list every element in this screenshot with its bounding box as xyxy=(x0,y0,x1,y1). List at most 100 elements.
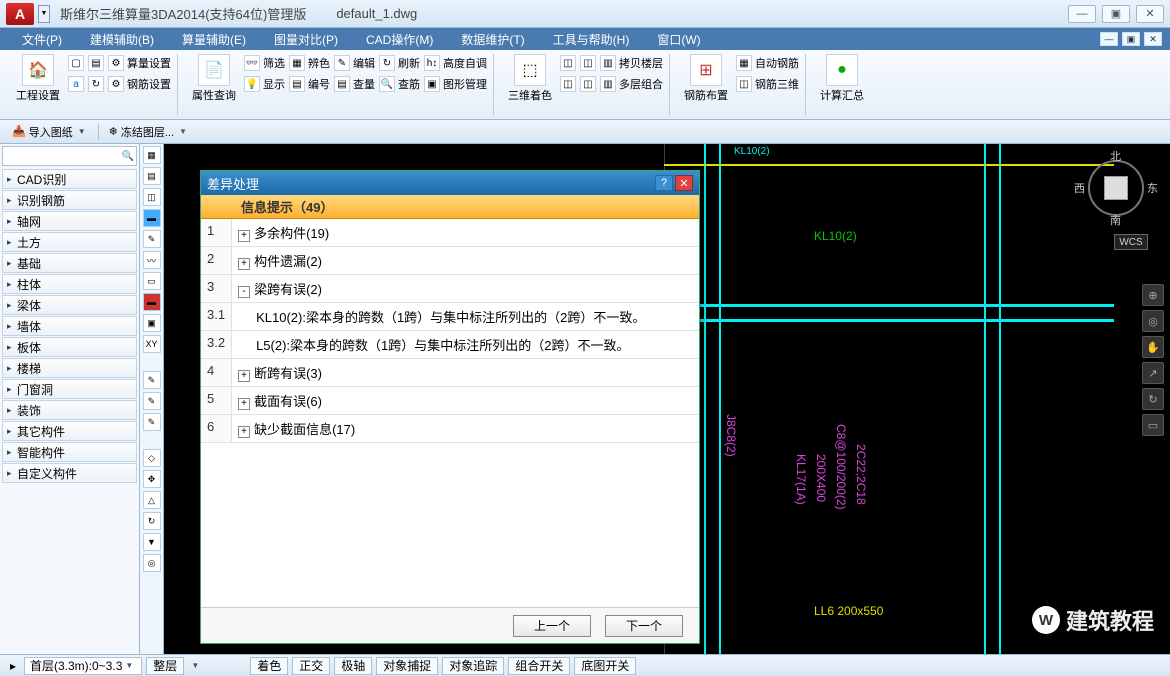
edit-button[interactable]: ✎编辑 xyxy=(334,54,375,72)
orbit-icon[interactable]: ↻ xyxy=(1142,388,1164,410)
tool-icon[interactable]: △ xyxy=(143,491,161,509)
tool-icon[interactable]: ✎ xyxy=(143,413,161,431)
tool-icon[interactable]: 〰 xyxy=(143,251,161,269)
tool-icon[interactable]: ▬ xyxy=(143,293,161,311)
dialog-row[interactable]: 6+缺少截面信息(17) xyxy=(201,415,699,443)
menu-tools-help[interactable]: 工具与帮助(H) xyxy=(539,28,644,50)
move-icon[interactable]: ✥ xyxy=(143,470,161,488)
next-button[interactable]: 下一个 xyxy=(605,615,683,637)
number-button[interactable]: ▤编号 xyxy=(289,75,330,93)
rebar-settings-button[interactable]: ⚙钢筋设置 xyxy=(108,75,171,93)
search-input[interactable]: 🔍 xyxy=(2,146,137,166)
expand-icon[interactable]: + xyxy=(238,258,250,270)
dialog-row[interactable]: 3-梁跨有误(2) xyxy=(201,275,699,303)
freeze-layer-button[interactable]: ❄冻结图层...▼ xyxy=(103,122,195,142)
tool-icon[interactable]: ▤ xyxy=(143,167,161,185)
icon-button[interactable]: ▤ xyxy=(88,54,104,72)
qat-dropdown[interactable]: ▼ xyxy=(38,5,50,23)
import-drawing-button[interactable]: 📥导入图纸▼ xyxy=(6,122,94,142)
dialog-row[interactable]: 3.1KL10(2):梁本身的跨数（1跨）与集中标注所列出的（2跨）不一致。 xyxy=(201,303,699,331)
menu-cad-ops[interactable]: CAD操作(M) xyxy=(352,28,447,50)
tool-icon[interactable]: ↻ xyxy=(143,512,161,530)
icon-button[interactable]: ◫ xyxy=(560,54,576,72)
icon-button[interactable]: ◫ xyxy=(580,54,596,72)
tool-icon[interactable]: ▼ xyxy=(143,533,161,551)
display-button[interactable]: 💡显示 xyxy=(244,75,285,93)
mdi-close[interactable]: ✕ xyxy=(1144,32,1162,46)
sidebar-item[interactable]: ▸轴网 xyxy=(2,211,137,231)
status-toggle[interactable]: 正交 xyxy=(292,657,330,675)
dialog-row[interactable]: 5+截面有误(6) xyxy=(201,387,699,415)
menu-window[interactable]: 窗口(W) xyxy=(643,28,714,50)
tool-icon[interactable]: ▦ xyxy=(143,146,161,164)
rebar-layout-button[interactable]: ⊞ 钢筋布置 xyxy=(680,54,732,103)
query-rebar-button[interactable]: 🔍查筋 xyxy=(379,75,420,93)
tool-icon[interactable]: ◎ xyxy=(143,554,161,572)
expand-icon[interactable]: + xyxy=(238,230,250,242)
icon-button[interactable]: ↻ xyxy=(88,75,104,93)
menu-file[interactable]: 文件(P) xyxy=(8,28,76,50)
dialog-close-button[interactable]: ✕ xyxy=(675,175,693,191)
tool-icon[interactable]: ▭ xyxy=(143,272,161,290)
height-auto-adjust-button[interactable]: h↕高度自调 xyxy=(424,54,487,72)
icon-button[interactable]: ◫ xyxy=(580,75,596,93)
property-query-button[interactable]: 📄 属性查询 xyxy=(188,54,240,103)
icon-button[interactable]: a xyxy=(68,75,84,93)
nav-tool[interactable]: ↗ xyxy=(1142,362,1164,384)
mdi-minimize[interactable]: — xyxy=(1100,32,1118,46)
color-identify-button[interactable]: ▦辨色 xyxy=(289,54,330,72)
close-button[interactable]: ✕ xyxy=(1136,5,1164,23)
dialog-help-button[interactable]: ? xyxy=(655,175,673,191)
sidebar-item[interactable]: ▸基础 xyxy=(2,253,137,273)
multi-floor-combine-button[interactable]: ▥多层组合 xyxy=(600,75,663,93)
sidebar-item[interactable]: ▸识别钢筋 xyxy=(2,190,137,210)
floor-select[interactable]: 首层(3.3m):0~3.3▼ xyxy=(24,657,142,675)
filter-button[interactable]: 👓筛选 xyxy=(244,54,285,72)
auto-rebar-button[interactable]: ▦自动钢筋 xyxy=(736,54,799,72)
sidebar-item[interactable]: ▸梁体 xyxy=(2,295,137,315)
graphic-manage-button[interactable]: ▣图形管理 xyxy=(424,75,487,93)
nav-tool[interactable]: ◎ xyxy=(1142,310,1164,332)
project-settings-button[interactable]: 🏠 工程设置 xyxy=(12,54,64,103)
sidebar-item[interactable]: ▸楼梯 xyxy=(2,358,137,378)
whole-floor-button[interactable]: 整层 xyxy=(146,657,184,675)
menu-model-assist[interactable]: 建模辅助(B) xyxy=(76,28,168,50)
view-cube[interactable] xyxy=(1104,176,1128,200)
tool-icon[interactable]: ◫ xyxy=(143,188,161,206)
expand-icon[interactable]: + xyxy=(238,370,250,382)
dialog-row[interactable]: 1+多余构件(19) xyxy=(201,219,699,247)
sidebar-item[interactable]: ▸装饰 xyxy=(2,400,137,420)
sidebar-item[interactable]: ▸土方 xyxy=(2,232,137,252)
dialog-row[interactable]: 4+断跨有误(3) xyxy=(201,359,699,387)
menu-quantity-assist[interactable]: 算量辅助(E) xyxy=(168,28,260,50)
sidebar-item[interactable]: ▸墙体 xyxy=(2,316,137,336)
sidebar-item[interactable]: ▸其它构件 xyxy=(2,421,137,441)
collapse-icon[interactable]: - xyxy=(238,286,250,298)
tool-icon[interactable]: ✎ xyxy=(143,230,161,248)
tool-icon[interactable]: ▣ xyxy=(143,314,161,332)
dialog-row[interactable]: 3.2L5(2):梁本身的跨数（1跨）与集中标注所列出的（2跨）不一致。 xyxy=(201,331,699,359)
app-logo[interactable]: A xyxy=(6,3,34,25)
sidebar-item[interactable]: ▸板体 xyxy=(2,337,137,357)
view-compass[interactable]: 北 南 东 西 xyxy=(1080,152,1152,224)
icon-button[interactable]: ◫ xyxy=(560,75,576,93)
sidebar-item[interactable]: ▸柱体 xyxy=(2,274,137,294)
rebar-3d-button[interactable]: ◫钢筋三维 xyxy=(736,75,799,93)
wcs-indicator[interactable]: WCS xyxy=(1114,234,1148,250)
nav-tool[interactable]: ▭ xyxy=(1142,414,1164,436)
menu-compare[interactable]: 图量对比(P) xyxy=(260,28,352,50)
minimize-button[interactable]: — xyxy=(1068,5,1096,23)
status-toggle[interactable]: 组合开关 xyxy=(508,657,570,675)
tool-icon[interactable]: ✎ xyxy=(143,392,161,410)
dialog-row[interactable]: 2+构件遗漏(2) xyxy=(201,247,699,275)
icon-button[interactable]: ▢ xyxy=(68,54,84,72)
pan-icon[interactable]: ✋ xyxy=(1142,336,1164,358)
nav-tool[interactable]: ⊕ xyxy=(1142,284,1164,306)
status-toggle[interactable]: 对象捕捉 xyxy=(376,657,438,675)
mdi-restore[interactable]: ▣ xyxy=(1122,32,1140,46)
calc-summary-button[interactable]: ● 计算汇总 xyxy=(816,54,868,103)
refresh-button[interactable]: ↻刷新 xyxy=(379,54,420,72)
status-toggle[interactable]: 对象追踪 xyxy=(442,657,504,675)
expand-icon[interactable]: + xyxy=(238,426,250,438)
menu-data-maint[interactable]: 数据维护(T) xyxy=(447,28,538,50)
